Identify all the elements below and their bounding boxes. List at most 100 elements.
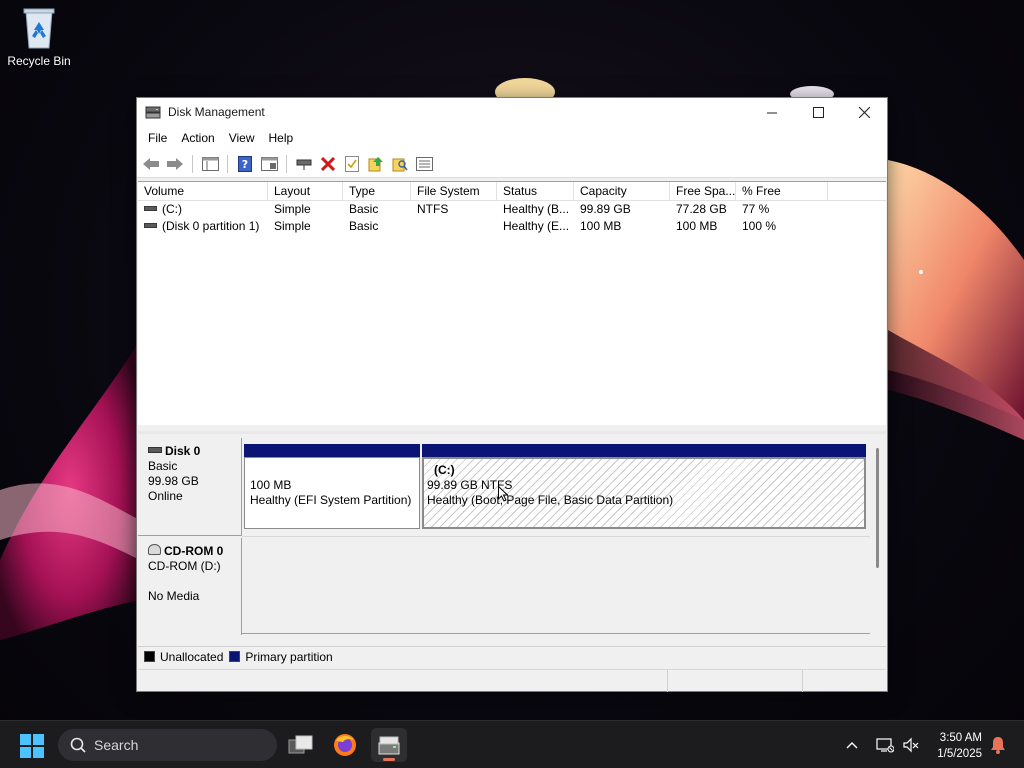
file-system-cell: NTFS (417, 202, 449, 216)
type-cell: Basic (349, 219, 379, 233)
task-view-button[interactable] (283, 728, 319, 762)
list-view-button[interactable] (414, 154, 434, 174)
properties-button[interactable] (259, 154, 279, 174)
menu-view[interactable]: View (222, 131, 262, 145)
cdrom-0-empty-area[interactable] (242, 538, 870, 634)
firefox-icon (334, 734, 356, 756)
firefox-taskbar-button[interactable] (327, 728, 363, 762)
speaker-muted-icon (903, 737, 919, 753)
menu-help[interactable]: Help (262, 131, 301, 145)
c-partition[interactable]: (C:) 99.89 GB NTFS Healthy (Boot, Page F… (422, 457, 866, 529)
help-button[interactable]: ? (235, 154, 255, 174)
windows-logo-icon (20, 734, 44, 758)
volume-button[interactable] (898, 730, 924, 760)
column-header-file-system[interactable]: File System (411, 182, 497, 201)
volume-list: Volume Layout Type File System Status Ca… (138, 181, 886, 425)
disk-0-size: 99.98 GB (148, 474, 199, 488)
mouse-pointer-icon (498, 486, 508, 502)
c-partition-header-bar (422, 444, 866, 457)
column-header-layout[interactable]: Layout (268, 182, 343, 201)
taskbar-search-box[interactable]: Search (58, 729, 277, 761)
efi-partition[interactable]: 100 MB Healthy (EFI System Partition) (244, 457, 420, 529)
active-app-indicator (383, 758, 395, 761)
cdrom-0-name: CD-ROM 0 (164, 544, 224, 558)
delete-button[interactable] (318, 154, 338, 174)
recycle-bin-shortcut[interactable]: Recycle Bin (6, 6, 72, 68)
menu-bar: File Action View Help (137, 126, 887, 150)
close-button[interactable] (841, 98, 887, 126)
column-header-percent-free[interactable]: % Free (736, 182, 828, 201)
show-hide-console-tree-button[interactable] (200, 154, 220, 174)
minimize-button[interactable] (749, 98, 795, 126)
status-bar-segment (803, 670, 886, 692)
efi-partition-status: Healthy (EFI System Partition) (250, 493, 412, 507)
check-icon (345, 155, 359, 172)
menu-file[interactable]: File (141, 131, 174, 145)
table-row[interactable]: (C:) Simple Basic NTFS Healthy (B... 99.… (138, 201, 886, 218)
efi-partition-header-bar (244, 444, 420, 457)
search-button[interactable] (390, 154, 410, 174)
type-cell: Basic (349, 202, 379, 216)
legend: Unallocated Primary partition (138, 646, 886, 666)
capacity-cell: 99.89 GB (580, 202, 631, 216)
check-button[interactable] (342, 154, 362, 174)
minimize-icon (766, 112, 777, 113)
free-space-cell: 100 MB (676, 219, 718, 233)
c-partition-label: (C:) (434, 463, 455, 477)
toolbar-separator (227, 154, 228, 173)
properties-icon (260, 156, 278, 171)
help-icon: ? (238, 155, 252, 172)
network-button[interactable] (872, 730, 898, 760)
disk-0-status: Online (148, 489, 183, 503)
close-icon (858, 106, 870, 118)
bell-icon (991, 737, 1005, 754)
taskbar-clock[interactable]: 3:50 AM 1/5/2025 (937, 730, 982, 762)
title-bar[interactable]: Disk Management (137, 98, 887, 126)
disk-management-icon (378, 736, 400, 755)
column-header-volume[interactable]: Volume (138, 182, 268, 201)
cdrom-0-label[interactable]: CD-ROM 0 CD-ROM (D:) No Media (138, 538, 242, 635)
list-view-icon (415, 156, 433, 171)
menu-action[interactable]: Action (174, 131, 221, 145)
maximize-button[interactable] (795, 98, 841, 126)
layout-cell: Simple (274, 202, 311, 216)
graphical-view-scrollbar[interactable] (876, 448, 879, 568)
show-hidden-icons-button[interactable] (840, 730, 864, 760)
back-button[interactable] (141, 154, 161, 174)
layout-cell: Simple (274, 219, 311, 233)
column-header-type[interactable]: Type (343, 182, 411, 201)
volume-cell: (C:) (138, 201, 268, 218)
forward-button[interactable] (165, 154, 185, 174)
status-bar-segment (668, 670, 803, 692)
disk-management-taskbar-button[interactable] (371, 728, 407, 762)
toolbar-separator (286, 154, 287, 173)
status-cell: Healthy (E... (503, 219, 570, 233)
export-icon (368, 156, 383, 171)
disk-0-type: Basic (148, 459, 178, 473)
toolbar-separator (192, 154, 193, 173)
connect-button[interactable] (294, 154, 314, 174)
volume-list-header: Volume Layout Type File System Status Ca… (138, 182, 886, 201)
notifications-button[interactable] (990, 736, 1006, 757)
column-header-status[interactable]: Status (497, 182, 574, 201)
recycle-bin-icon (20, 6, 58, 50)
connect-icon (296, 159, 312, 170)
legend-primary-partition: Primary partition (245, 649, 333, 664)
table-row[interactable]: (Disk 0 partition 1) Simple Basic Health… (138, 218, 886, 235)
disk-0-label[interactable]: Disk 0 Basic 99.98 GB Online (138, 438, 242, 536)
cdrom-0-spacer (148, 574, 241, 589)
system-tray (840, 721, 924, 768)
column-header-free-space[interactable]: Free Spa... (670, 182, 736, 201)
c-partition-status: Healthy (Boot, Page File, Basic Data Par… (427, 493, 674, 507)
status-bar (138, 669, 886, 692)
start-button[interactable] (20, 734, 44, 758)
network-icon (876, 738, 894, 753)
efi-partition-size: 100 MB (250, 478, 292, 492)
chevron-up-icon (846, 742, 858, 749)
export-button[interactable] (366, 154, 386, 174)
maximize-icon (812, 106, 824, 118)
column-header-capacity[interactable]: Capacity (574, 182, 670, 201)
clock-time: 3:50 AM (939, 732, 982, 744)
taskbar: Search 3:50 AM 1/5/2025 (0, 720, 1024, 768)
percent-free-cell: 100 % (742, 219, 777, 233)
